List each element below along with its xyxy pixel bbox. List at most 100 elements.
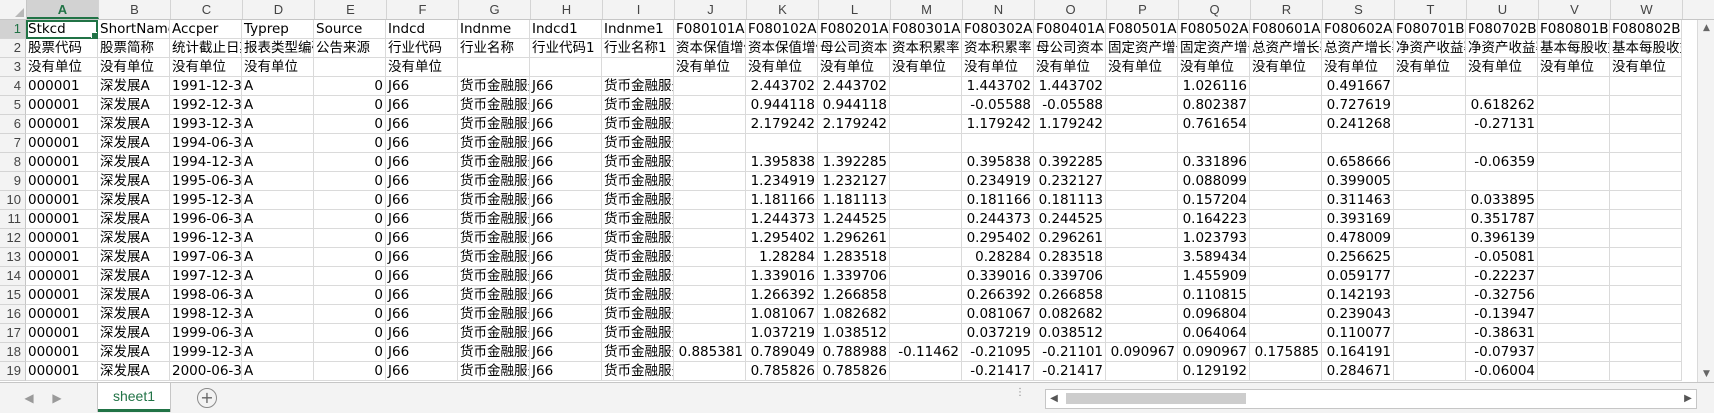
cell[interactable]: [1610, 115, 1682, 134]
cell[interactable]: 货币金融服务: [602, 248, 674, 267]
cell[interactable]: J66: [530, 286, 602, 305]
cell[interactable]: A: [242, 191, 314, 210]
cell[interactable]: [890, 210, 962, 229]
cell[interactable]: 1.244525: [818, 210, 890, 229]
cell[interactable]: [1538, 191, 1610, 210]
cell[interactable]: 0.785826: [746, 362, 818, 381]
column-header-a[interactable]: A: [27, 0, 99, 19]
cell[interactable]: [1106, 248, 1178, 267]
cell[interactable]: 0.944118: [746, 96, 818, 115]
cell[interactable]: 0: [314, 77, 386, 96]
cell[interactable]: 3.589434: [1178, 248, 1250, 267]
cell[interactable]: [1610, 134, 1682, 153]
cell[interactable]: 货币金融服务: [602, 96, 674, 115]
cell[interactable]: 固定资产增长率: [1178, 39, 1250, 58]
cell[interactable]: A: [242, 229, 314, 248]
cell[interactable]: A: [242, 343, 314, 362]
cell[interactable]: 公告来源: [314, 39, 386, 58]
cell[interactable]: 0.266392: [962, 286, 1034, 305]
cell[interactable]: [1538, 343, 1610, 362]
cell[interactable]: [1250, 191, 1322, 210]
cell[interactable]: [1106, 286, 1178, 305]
cell[interactable]: Indcd: [386, 20, 458, 39]
cell[interactable]: 0: [314, 229, 386, 248]
cell[interactable]: [1106, 96, 1178, 115]
cell[interactable]: ShortName: [98, 20, 170, 39]
cell[interactable]: [1106, 267, 1178, 286]
cell[interactable]: F080102A: [746, 20, 818, 39]
cell[interactable]: 行业名称: [458, 39, 530, 58]
cell[interactable]: 1.443702: [1034, 77, 1106, 96]
cell[interactable]: Accper: [170, 20, 242, 39]
cell[interactable]: 0: [314, 286, 386, 305]
cell[interactable]: 没有单位: [746, 58, 818, 77]
cell[interactable]: J66: [386, 96, 458, 115]
cell[interactable]: 000001: [26, 305, 98, 324]
cell[interactable]: 0.351787: [1466, 210, 1538, 229]
cell[interactable]: [674, 115, 746, 134]
cell[interactable]: 0.256625: [1322, 248, 1394, 267]
cell[interactable]: [890, 267, 962, 286]
cell[interactable]: J66: [386, 267, 458, 286]
cell[interactable]: 深发展A: [98, 343, 170, 362]
cell[interactable]: F080301A: [890, 20, 962, 39]
cell[interactable]: 000001: [26, 153, 98, 172]
row-header[interactable]: 1: [0, 20, 26, 39]
cell[interactable]: [674, 191, 746, 210]
cell[interactable]: 深发展A: [98, 286, 170, 305]
cell[interactable]: 0: [314, 248, 386, 267]
cell[interactable]: 1.234919: [746, 172, 818, 191]
cell[interactable]: [890, 248, 962, 267]
cell[interactable]: 0: [314, 324, 386, 343]
column-header-c[interactable]: C: [171, 0, 243, 19]
column-header-b[interactable]: B: [99, 0, 171, 19]
cell[interactable]: 货币金融服务: [602, 343, 674, 362]
cell[interactable]: J66: [386, 172, 458, 191]
cell[interactable]: A: [242, 77, 314, 96]
cell[interactable]: 货币金融服务: [458, 305, 530, 324]
cell[interactable]: 000001: [26, 267, 98, 286]
cell[interactable]: Indcd1: [530, 20, 602, 39]
cell[interactable]: J66: [386, 229, 458, 248]
cell[interactable]: 0.110815: [1178, 286, 1250, 305]
cell[interactable]: -0.21417: [1034, 362, 1106, 381]
cell[interactable]: J66: [386, 191, 458, 210]
cell[interactable]: F080602A: [1322, 20, 1394, 39]
scroll-left-icon[interactable]: ◀: [1046, 390, 1062, 408]
cell[interactable]: 0.081067: [962, 305, 1034, 324]
cell[interactable]: [1610, 229, 1682, 248]
cell[interactable]: -0.27131: [1466, 115, 1538, 134]
cell[interactable]: [1106, 362, 1178, 381]
cell[interactable]: J66: [530, 134, 602, 153]
cell[interactable]: [1394, 96, 1466, 115]
cell[interactable]: Indnme1: [602, 20, 674, 39]
cell[interactable]: [1106, 77, 1178, 96]
cell[interactable]: [458, 58, 530, 77]
cell[interactable]: J66: [530, 362, 602, 381]
scroll-up-icon[interactable]: ▲: [1698, 20, 1714, 36]
cell[interactable]: 净资产收益率: [1394, 39, 1466, 58]
cell[interactable]: F080502A: [1178, 20, 1250, 39]
cell[interactable]: -0.38631: [1466, 324, 1538, 343]
cell[interactable]: 0.392285: [1034, 153, 1106, 172]
cell[interactable]: 0.234919: [962, 172, 1034, 191]
cell[interactable]: 货币金融服务: [458, 115, 530, 134]
cell[interactable]: -0.21417: [962, 362, 1034, 381]
cell[interactable]: 0.037219: [962, 324, 1034, 343]
cell[interactable]: 2.443702: [746, 77, 818, 96]
cell[interactable]: [1610, 267, 1682, 286]
cell[interactable]: [1610, 153, 1682, 172]
cell[interactable]: [1538, 324, 1610, 343]
column-header-i[interactable]: I: [603, 0, 675, 19]
cell[interactable]: 1.266392: [746, 286, 818, 305]
column-header-g[interactable]: G: [459, 0, 531, 19]
cell[interactable]: [746, 134, 818, 153]
cell[interactable]: 000001: [26, 248, 98, 267]
cell[interactable]: 深发展A: [98, 134, 170, 153]
cell[interactable]: J66: [530, 248, 602, 267]
cell[interactable]: [1610, 248, 1682, 267]
cell[interactable]: 0: [314, 153, 386, 172]
cell[interactable]: 货币金融服务: [602, 191, 674, 210]
cell[interactable]: 0.491667: [1322, 77, 1394, 96]
cell[interactable]: [674, 305, 746, 324]
